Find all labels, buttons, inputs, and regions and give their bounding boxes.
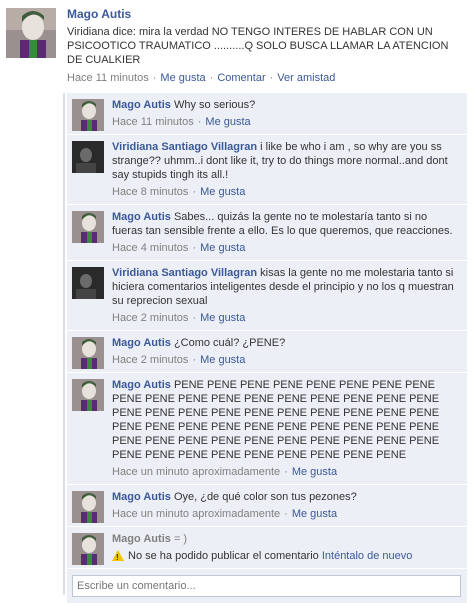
post-comment-link[interactable]: Comentar bbox=[217, 72, 265, 84]
comment: Mago Autis ¿Como cuál? ¿PENE? Hace 2 min… bbox=[67, 331, 467, 373]
comment-text: PENE PENE PENE PENE PENE PENE PENE PENE … bbox=[112, 379, 440, 461]
failed-comment: Mago Autis = ) No se ha podido publicar … bbox=[67, 527, 467, 569]
comment: Viridiana Santiago Villagran kisas la ge… bbox=[67, 261, 467, 331]
meta-separator: · bbox=[209, 72, 214, 84]
post-error: No se ha podido publicar el comentario I… bbox=[112, 549, 459, 565]
comment: Mago Autis Oye, ¿de qué color son tus pe… bbox=[67, 485, 467, 527]
commenter-avatar[interactable] bbox=[72, 211, 104, 243]
commenter-avatar[interactable] bbox=[72, 99, 104, 131]
comment-like-link[interactable]: Me gusta bbox=[200, 354, 245, 366]
post-time[interactable]: Hace 11 minutos bbox=[67, 72, 149, 84]
comment-author[interactable]: Mago Autis bbox=[112, 211, 171, 223]
comment-author[interactable]: Mago Autis bbox=[112, 99, 171, 111]
meta-separator: · bbox=[152, 72, 157, 84]
comment-input[interactable]: Escribe un comentario... bbox=[72, 575, 461, 597]
comment-like-link[interactable]: Me gusta bbox=[200, 242, 245, 254]
comment-meta: Hace 11 minutos · Me gusta bbox=[112, 115, 459, 129]
warning-icon bbox=[112, 550, 124, 565]
meta-separator: · bbox=[192, 354, 197, 366]
comment-composer: Escribe un comentario... bbox=[67, 569, 467, 603]
comment-meta: Hace 2 minutos · Me gusta bbox=[112, 353, 459, 367]
comment-time[interactable]: Hace 4 minutos bbox=[112, 242, 188, 254]
comment-author[interactable]: Viridiana Santiago Villagran bbox=[112, 141, 257, 153]
comment-text: = ) bbox=[173, 533, 188, 545]
comment-author[interactable]: Mago Autis bbox=[112, 337, 171, 349]
commenter-avatar[interactable] bbox=[72, 337, 104, 369]
comment-author[interactable]: Mago Autis bbox=[112, 491, 171, 503]
post-author-name[interactable]: Mago Autis bbox=[67, 7, 131, 21]
meta-separator: · bbox=[192, 312, 197, 324]
comment-text: Oye, ¿de qué color son tus pezones? bbox=[173, 491, 357, 503]
comment-time[interactable]: Hace 2 minutos bbox=[112, 354, 188, 366]
comment-text: ¿Como cuál? ¿PENE? bbox=[173, 337, 286, 349]
meta-separator: · bbox=[284, 508, 288, 520]
comment-like-link[interactable]: Me gusta bbox=[200, 312, 245, 324]
comment: Mago Autis Sabes... quizás la gente no t… bbox=[67, 205, 467, 261]
meta-separator: · bbox=[192, 186, 197, 198]
comment-meta: Hace 2 minutos · Me gusta bbox=[112, 311, 459, 325]
comment-meta: Hace 8 minutos · Me gusta bbox=[112, 185, 459, 199]
error-message: No se ha podido publicar el comentario bbox=[128, 550, 319, 562]
commenter-avatar[interactable] bbox=[72, 533, 104, 565]
comment-author[interactable]: Mago Autis bbox=[112, 379, 171, 391]
comment-time[interactable]: Hace un minuto aproximadamente bbox=[112, 508, 280, 520]
retry-link[interactable]: Inténtalo de nuevo bbox=[322, 550, 413, 562]
meta-separator: · bbox=[284, 466, 288, 478]
comment-meta: Hace un minuto aproximadamente · Me gusta bbox=[112, 507, 459, 521]
comment: Mago Autis Why so serious? Hace 11 minut… bbox=[67, 93, 467, 135]
comment-like-link[interactable]: Me gusta bbox=[292, 466, 337, 478]
commenter-avatar[interactable] bbox=[72, 141, 104, 173]
comment-text: Why so serious? bbox=[173, 99, 256, 111]
comment: Mago Autis PENE PENE PENE PENE PENE PENE… bbox=[67, 373, 467, 485]
comment-time[interactable]: Hace un minuto aproximadamente bbox=[112, 466, 280, 478]
comment-meta: Hace un minuto aproximadamente · Me gusta bbox=[112, 465, 459, 479]
meta-separator: · bbox=[269, 72, 274, 84]
comment-author: Mago Autis bbox=[112, 533, 171, 545]
comment: Viridiana Santiago Villagran i like be w… bbox=[67, 135, 467, 205]
post-text: Viridiana dice: mira la verdad NO TENGO … bbox=[67, 26, 449, 66]
comment-list: Mago Autis Why so serious? Hace 11 minut… bbox=[67, 93, 467, 603]
comment-like-link[interactable]: Me gusta bbox=[205, 116, 250, 128]
commenter-avatar[interactable] bbox=[72, 491, 104, 523]
commenter-avatar[interactable] bbox=[72, 379, 104, 411]
meta-separator: · bbox=[197, 116, 202, 128]
thread-rule bbox=[63, 93, 65, 595]
comment-time[interactable]: Hace 8 minutos bbox=[112, 186, 188, 198]
meta-separator: · bbox=[192, 242, 197, 254]
comment-author[interactable]: Viridiana Santiago Villagran bbox=[112, 267, 257, 279]
post-author-avatar[interactable] bbox=[6, 8, 56, 58]
post-meta: Hace 11 minutos · Me gusta · Comentar · Ver am… bbox=[67, 72, 335, 84]
comment-time[interactable]: Hace 11 minutos bbox=[112, 116, 194, 128]
comment-like-link[interactable]: Me gusta bbox=[200, 186, 245, 198]
comment-like-link[interactable]: Me gusta bbox=[292, 508, 337, 520]
post-like-link[interactable]: Me gusta bbox=[160, 72, 205, 84]
see-friendship-link[interactable]: Ver amistad bbox=[277, 72, 335, 84]
comment-time[interactable]: Hace 2 minutos bbox=[112, 312, 188, 324]
commenter-avatar[interactable] bbox=[72, 267, 104, 299]
comment-meta: Hace 4 minutos · Me gusta bbox=[112, 241, 459, 255]
